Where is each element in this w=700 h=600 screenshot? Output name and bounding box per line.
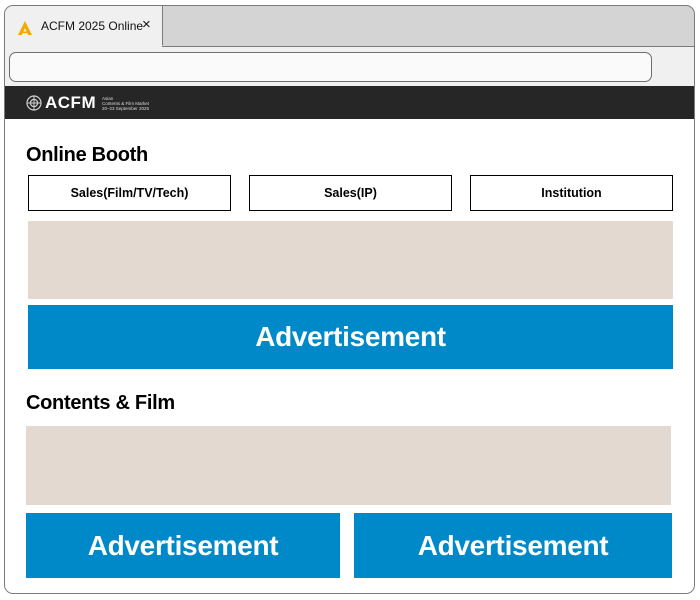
page-content: Online Booth Sales(Film/TV/Tech) Sales(I…: [5, 119, 694, 593]
advertisement-banner-left[interactable]: Advertisement: [26, 513, 340, 578]
tab-connector: [5, 45, 162, 48]
site-tagline: Asian Contents & Film Market 20–23 Septe…: [102, 96, 149, 111]
address-bar[interactable]: [9, 52, 652, 82]
browser-window: ACFM 2025 Online × ACFM Asian Contents &…: [4, 5, 695, 594]
browser-toolbar: [5, 46, 694, 86]
close-icon[interactable]: ×: [142, 17, 151, 33]
tab-institution[interactable]: Institution: [470, 175, 673, 211]
advertisement-banner-right[interactable]: Advertisement: [354, 513, 672, 578]
acfm-triangle-logo-icon: [17, 20, 33, 36]
tab-sales-ip[interactable]: Sales(IP): [249, 175, 452, 211]
section-title-online-booth: Online Booth: [26, 144, 148, 166]
browser-tab[interactable]: ACFM 2025 Online ×: [5, 6, 163, 46]
tagline-line: 20–23 September 2025: [102, 106, 150, 111]
booth-content-placeholder: [28, 221, 673, 299]
tab-title: ACFM 2025 Online: [41, 19, 144, 33]
acfm-circle-logo-icon[interactable]: [26, 95, 42, 111]
advertisement-banner[interactable]: Advertisement: [28, 305, 673, 369]
site-header: ACFM Asian Contents & Film Market 20–23 …: [5, 86, 694, 119]
tab-sales-film-tv-tech[interactable]: Sales(Film/TV/Tech): [28, 175, 231, 211]
section-title-contents-film: Contents & Film: [26, 392, 175, 414]
site-brand[interactable]: ACFM: [45, 94, 96, 112]
contents-placeholder: [26, 426, 671, 505]
